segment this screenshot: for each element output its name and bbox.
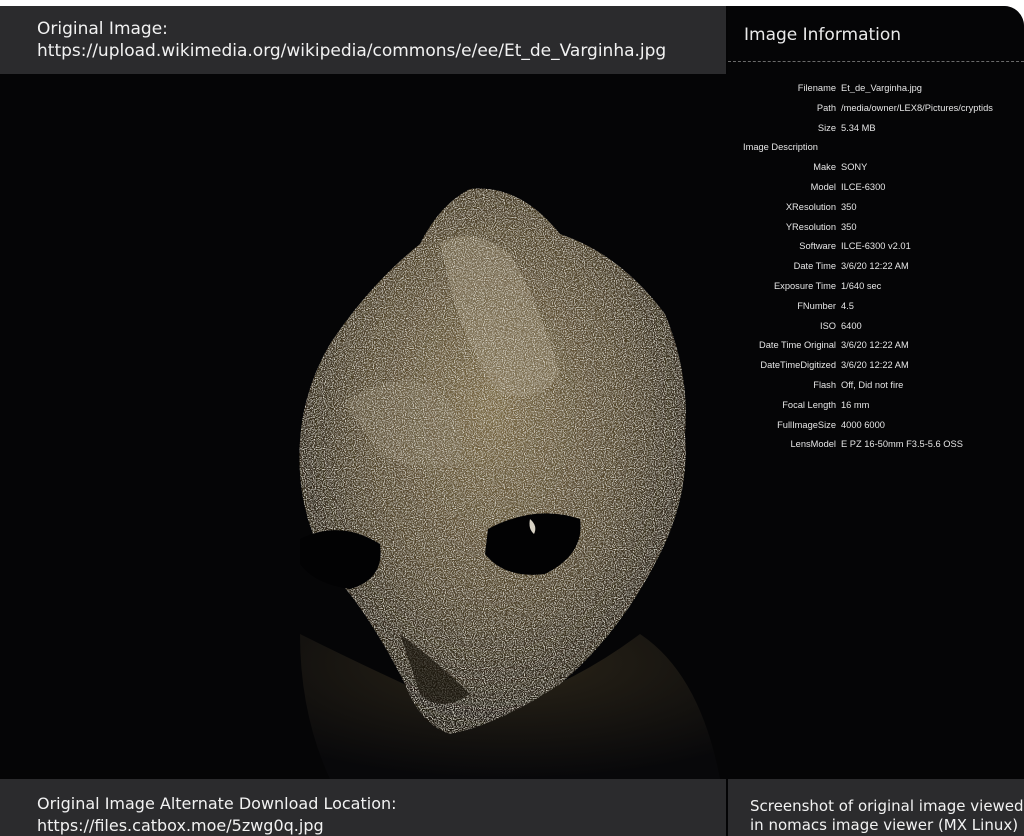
- bottom-caption-bar: Original Image Alternate Download Locati…: [0, 779, 726, 836]
- metadata-value: Off, Did not fire: [841, 379, 904, 390]
- metadata-value: 3/6/20 12:22 AM: [841, 340, 909, 351]
- metadata-row: Software ILCE-6300 v2.01: [728, 239, 1024, 259]
- metadata-key: Model: [810, 181, 836, 192]
- info-panel-title: Image Information: [744, 25, 902, 45]
- metadata-row: Model ILCE-6300: [728, 180, 1024, 200]
- image-information-panel: Image Information Filename Et_de_Varginha…: [728, 6, 1024, 779]
- metadata-value: 16 mm: [841, 399, 870, 410]
- metadata-key: FullImageSize: [777, 419, 836, 430]
- metadata-value: 4000 6000: [841, 419, 885, 430]
- metadata-value: 3/6/20 12:22 AM: [841, 360, 909, 371]
- metadata-row: XResolution 350: [728, 200, 1024, 220]
- metadata-row: Exposure Time 1/640 sec: [728, 279, 1024, 299]
- metadata-row: DateTimeDigitized 3/6/20 12:22 AM: [728, 358, 1024, 378]
- metadata-row: Make SONY: [728, 160, 1024, 180]
- metadata-key: Exposure Time: [773, 280, 836, 291]
- metadata-row: ISO 6400: [728, 319, 1024, 339]
- metadata-key: YResolution: [785, 221, 836, 232]
- metadata-value: 1/640 sec: [841, 280, 882, 291]
- metadata-key: Make: [813, 162, 836, 173]
- info-panel-divider: [728, 61, 1024, 62]
- image-viewport[interactable]: [0, 74, 728, 779]
- metadata-value: E PZ 16-50mm F3.5-5.6 OSS: [841, 439, 963, 450]
- metadata-value: 5.34 MB: [841, 122, 876, 133]
- metadata-key: Date Time Original: [759, 340, 836, 351]
- info-panel-header: Image Information: [728, 6, 1024, 74]
- creature-photo: [0, 74, 728, 779]
- screenshot-note-line1: Screenshot of original image viewed: [750, 797, 1024, 815]
- metadata-value: 350: [841, 221, 857, 232]
- top-caption-label: Original Image:: [37, 19, 168, 39]
- top-caption-bar: Original Image: https://upload.wikimedia…: [0, 6, 726, 74]
- metadata-key: LensModel: [790, 439, 836, 450]
- metadata-key: Date Time: [793, 261, 836, 272]
- metadata-key: ISO: [819, 320, 836, 331]
- metadata-row: Date Time Original 3/6/20 12:22 AM: [728, 338, 1024, 358]
- metadata-row: Image Description: [728, 140, 1024, 160]
- metadata-key: DateTimeDigitized: [760, 360, 836, 371]
- metadata-key: XResolution: [785, 201, 836, 212]
- metadata-value: /media/owner/LEX8/Pictures/cryptids: [841, 102, 993, 113]
- metadata-value: SONY: [841, 162, 868, 173]
- metadata-key: Software: [799, 241, 836, 252]
- metadata-row: FNumber 4.5: [728, 299, 1024, 319]
- metadata-row: Size 5.34 MB: [728, 121, 1024, 141]
- metadata-key: Path: [816, 102, 836, 113]
- metadata-row: FullImageSize 4000 6000: [728, 418, 1024, 438]
- metadata-key: Focal Length: [782, 399, 836, 410]
- metadata-row: Flash Off, Did not fire: [728, 378, 1024, 398]
- metadata-key: Image Description: [743, 142, 818, 153]
- metadata-value: ILCE-6300: [841, 181, 886, 192]
- metadata-value: 4.5: [841, 300, 854, 311]
- metadata-value: 6400: [841, 320, 862, 331]
- metadata-row: Filename Et_de_Varginha.jpg: [728, 81, 1024, 101]
- metadata-row: Path/media/owner/LEX8/Pictures/cryptids: [728, 101, 1024, 121]
- metadata-row: YResolution 350: [728, 220, 1024, 240]
- screenshot-note-line2: in nomacs image viewer (MX Linux): [750, 816, 1019, 834]
- metadata-key: Size: [817, 122, 836, 133]
- metadata-key: Filename: [797, 83, 836, 93]
- metadata-list: Filename Et_de_Varginha.jpg Path/media/ow…: [728, 81, 1024, 457]
- alternate-download-url[interactable]: https://files.catbox.moe/5zwg0q.jpg: [37, 816, 324, 835]
- alternate-download-label: Original Image Alternate Download Locati…: [37, 794, 397, 813]
- metadata-value: 350: [841, 201, 857, 212]
- metadata-value: 3/6/20 12:22 AM: [841, 261, 909, 272]
- metadata-row: LensModel E PZ 16-50mm F3.5-5.6 OSS: [728, 437, 1024, 457]
- metadata-row: Date Time 3/6/20 12:22 AM: [728, 259, 1024, 279]
- screenshot-frame: Original Image: https://upload.wikimedia…: [0, 6, 1024, 836]
- metadata-value: Et_de_Varginha.jpg: [841, 83, 922, 93]
- metadata-key: Flash: [813, 379, 836, 390]
- original-image-url[interactable]: https://upload.wikimedia.org/wikipedia/c…: [37, 41, 666, 61]
- metadata-value: ILCE-6300 v2.01: [841, 241, 911, 252]
- screenshot-note-bar: Screenshot of original image viewed in n…: [728, 779, 1024, 836]
- metadata-row: Focal Length 16 mm: [728, 398, 1024, 418]
- metadata-key: FNumber: [797, 300, 836, 311]
